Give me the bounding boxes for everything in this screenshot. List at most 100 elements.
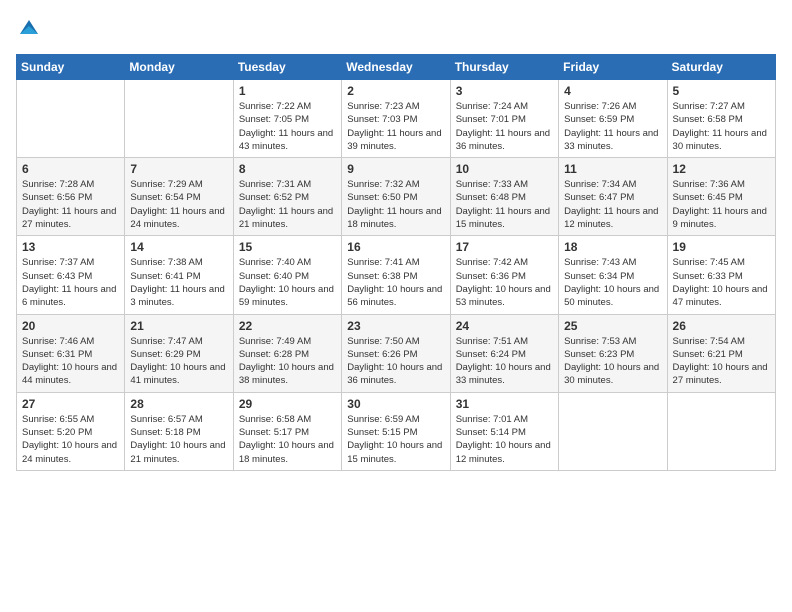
day-number: 28: [130, 397, 227, 411]
calendar-cell: 23 Sunrise: 7:50 AM Sunset: 6:26 PM Dayli…: [342, 314, 450, 392]
day-number: 29: [239, 397, 336, 411]
day-number: 11: [564, 162, 661, 176]
day-number: 16: [347, 240, 444, 254]
day-number: 9: [347, 162, 444, 176]
day-info: Sunrise: 7:50 AM Sunset: 6:26 PM Dayligh…: [347, 335, 444, 388]
calendar-cell: 24Sunrise: 7:51 AM Sunset: 6:24 PM Dayli…: [450, 314, 558, 392]
day-number: 21: [130, 319, 227, 333]
calendar-week-row: 27Sunrise: 6:55 AM Sunset: 5:20 PM Dayli…: [17, 392, 776, 470]
day-number: 24: [456, 319, 553, 333]
day-number: 5: [673, 84, 770, 98]
weekday-header-friday: Friday: [559, 55, 667, 80]
calendar-cell: 17 Sunrise: 7:42 AM Sunset: 6:36 PM Dayli…: [450, 236, 558, 314]
calendar-cell: [17, 80, 125, 158]
weekday-header-sunday: Sunday: [17, 55, 125, 80]
calendar-cell: 16 Sunrise: 7:41 AM Sunset: 6:38 PM Dayli…: [342, 236, 450, 314]
calendar-cell: 27Sunrise: 6:55 AM Sunset: 5:20 PM Dayli…: [17, 392, 125, 470]
day-info: Sunrise: 7:22 AM Sunset: 7:05 PM Dayligh…: [239, 100, 336, 153]
day-number: 3: [456, 84, 553, 98]
day-number: 22: [239, 319, 336, 333]
day-number: 10: [456, 162, 553, 176]
calendar-week-row: 13 Sunrise: 7:37 AM Sunset: 6:43 PM Dayli…: [17, 236, 776, 314]
calendar-cell: 12 Sunrise: 7:36 AM Sunset: 6:45 PM Dayli…: [667, 158, 775, 236]
logo-icon: [18, 16, 40, 38]
calendar-cell: [559, 392, 667, 470]
day-info: Sunrise: 6:58 AM Sunset: 5:17 PM Dayligh…: [239, 413, 336, 466]
day-info: Sunrise: 7:34 AM Sunset: 6:47 PM Dayligh…: [564, 178, 661, 231]
day-info: Sunrise: 6:59 AM Sunset: 5:15 PM Dayligh…: [347, 413, 444, 466]
day-info: Sunrise: 7:43 AM Sunset: 6:34 PM Dayligh…: [564, 256, 661, 309]
calendar-cell: 11 Sunrise: 7:34 AM Sunset: 6:47 PM Dayli…: [559, 158, 667, 236]
calendar-cell: 7 Sunrise: 7:29 AM Sunset: 6:54 PM Daylig…: [125, 158, 233, 236]
calendar-cell: 15Sunrise: 7:40 AM Sunset: 6:40 PM Dayli…: [233, 236, 341, 314]
day-number: 27: [22, 397, 119, 411]
day-info: Sunrise: 7:24 AM Sunset: 7:01 PM Dayligh…: [456, 100, 553, 153]
day-info: Sunrise: 7:01 AM Sunset: 5:14 PM Dayligh…: [456, 413, 553, 466]
day-info: Sunrise: 7:32 AM Sunset: 6:50 PM Dayligh…: [347, 178, 444, 231]
day-info: Sunrise: 7:47 AM Sunset: 6:29 PM Dayligh…: [130, 335, 227, 388]
weekday-header-row: SundayMondayTuesdayWednesdayThursdayFrid…: [17, 55, 776, 80]
calendar-cell: 25 Sunrise: 7:53 AM Sunset: 6:23 PM Dayli…: [559, 314, 667, 392]
day-number: 25: [564, 319, 661, 333]
day-number: 1: [239, 84, 336, 98]
day-number: 14: [130, 240, 227, 254]
day-info: Sunrise: 7:42 AM Sunset: 6:36 PM Dayligh…: [456, 256, 553, 309]
weekday-header-tuesday: Tuesday: [233, 55, 341, 80]
day-info: Sunrise: 7:26 AM Sunset: 6:59 PM Dayligh…: [564, 100, 661, 153]
day-number: 19: [673, 240, 770, 254]
day-info: Sunrise: 7:37 AM Sunset: 6:43 PM Dayligh…: [22, 256, 119, 309]
weekday-header-monday: Monday: [125, 55, 233, 80]
calendar-week-row: 1 Sunrise: 7:22 AM Sunset: 7:05 PM Daylig…: [17, 80, 776, 158]
calendar-cell: 22 Sunrise: 7:49 AM Sunset: 6:28 PM Dayli…: [233, 314, 341, 392]
calendar-cell: [667, 392, 775, 470]
logo-text: [16, 16, 40, 44]
calendar-cell: 18 Sunrise: 7:43 AM Sunset: 6:34 PM Dayli…: [559, 236, 667, 314]
calendar-cell: 5 Sunrise: 7:27 AM Sunset: 6:58 PM Daylig…: [667, 80, 775, 158]
day-info: Sunrise: 7:36 AM Sunset: 6:45 PM Dayligh…: [673, 178, 770, 231]
weekday-header-thursday: Thursday: [450, 55, 558, 80]
calendar-week-row: 6Sunrise: 7:28 AM Sunset: 6:56 PM Daylig…: [17, 158, 776, 236]
day-number: 26: [673, 319, 770, 333]
day-number: 4: [564, 84, 661, 98]
calendar-table: SundayMondayTuesdayWednesdayThursdayFrid…: [16, 54, 776, 471]
page-header: [16, 16, 776, 44]
day-number: 6: [22, 162, 119, 176]
day-info: Sunrise: 7:53 AM Sunset: 6:23 PM Dayligh…: [564, 335, 661, 388]
day-number: 30: [347, 397, 444, 411]
day-number: 13: [22, 240, 119, 254]
day-info: Sunrise: 7:45 AM Sunset: 6:33 PM Dayligh…: [673, 256, 770, 309]
day-info: Sunrise: 7:29 AM Sunset: 6:54 PM Dayligh…: [130, 178, 227, 231]
calendar-cell: [125, 80, 233, 158]
calendar-cell: 6Sunrise: 7:28 AM Sunset: 6:56 PM Daylig…: [17, 158, 125, 236]
day-info: Sunrise: 7:46 AM Sunset: 6:31 PM Dayligh…: [22, 335, 119, 388]
logo: [16, 16, 40, 44]
day-number: 8: [239, 162, 336, 176]
day-info: Sunrise: 7:41 AM Sunset: 6:38 PM Dayligh…: [347, 256, 444, 309]
day-number: 15: [239, 240, 336, 254]
day-number: 20: [22, 319, 119, 333]
calendar-cell: 10Sunrise: 7:33 AM Sunset: 6:48 PM Dayli…: [450, 158, 558, 236]
day-number: 2: [347, 84, 444, 98]
day-number: 12: [673, 162, 770, 176]
calendar-cell: 26Sunrise: 7:54 AM Sunset: 6:21 PM Dayli…: [667, 314, 775, 392]
calendar-cell: 30 Sunrise: 6:59 AM Sunset: 5:15 PM Dayli…: [342, 392, 450, 470]
calendar-cell: 31 Sunrise: 7:01 AM Sunset: 5:14 PM Dayli…: [450, 392, 558, 470]
day-info: Sunrise: 7:27 AM Sunset: 6:58 PM Dayligh…: [673, 100, 770, 153]
calendar-cell: 14 Sunrise: 7:38 AM Sunset: 6:41 PM Dayli…: [125, 236, 233, 314]
calendar-cell: 19 Sunrise: 7:45 AM Sunset: 6:33 PM Dayli…: [667, 236, 775, 314]
day-info: Sunrise: 7:38 AM Sunset: 6:41 PM Dayligh…: [130, 256, 227, 309]
day-number: 23: [347, 319, 444, 333]
day-info: Sunrise: 7:31 AM Sunset: 6:52 PM Dayligh…: [239, 178, 336, 231]
day-number: 7: [130, 162, 227, 176]
day-number: 17: [456, 240, 553, 254]
calendar-cell: 29 Sunrise: 6:58 AM Sunset: 5:17 PM Dayli…: [233, 392, 341, 470]
calendar-cell: 3 Sunrise: 7:24 AM Sunset: 7:01 PM Daylig…: [450, 80, 558, 158]
calendar-cell: 4 Sunrise: 7:26 AM Sunset: 6:59 PM Daylig…: [559, 80, 667, 158]
day-number: 18: [564, 240, 661, 254]
day-info: Sunrise: 7:49 AM Sunset: 6:28 PM Dayligh…: [239, 335, 336, 388]
weekday-header-wednesday: Wednesday: [342, 55, 450, 80]
day-number: 31: [456, 397, 553, 411]
day-info: Sunrise: 7:23 AM Sunset: 7:03 PM Dayligh…: [347, 100, 444, 153]
calendar-cell: 21 Sunrise: 7:47 AM Sunset: 6:29 PM Dayli…: [125, 314, 233, 392]
calendar-cell: 13 Sunrise: 7:37 AM Sunset: 6:43 PM Dayli…: [17, 236, 125, 314]
